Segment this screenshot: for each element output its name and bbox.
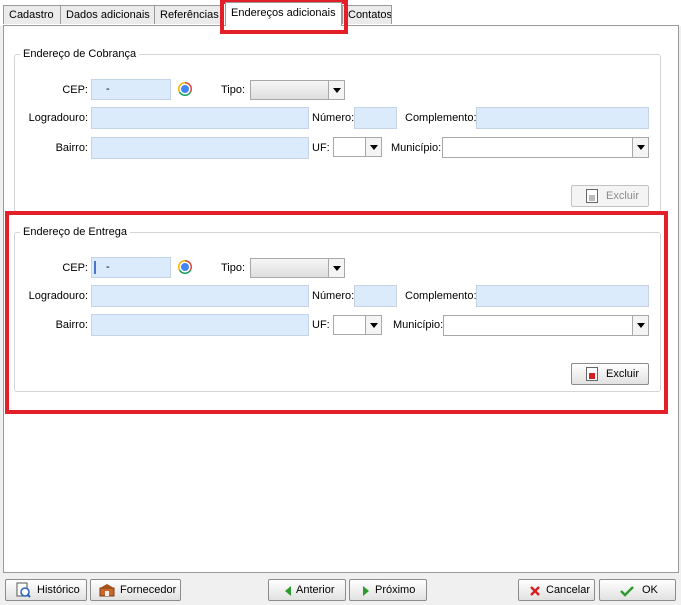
cancel-label: Cancelar <box>546 584 591 596</box>
delivery-logradouro-input[interactable] <box>91 285 309 307</box>
delivery-cep-input[interactable]: - <box>91 257 171 278</box>
delivery-address-group <box>14 232 661 392</box>
chevron-down-icon[interactable] <box>328 81 344 99</box>
tab-enderecos-adicionais[interactable]: Endereços adicionais <box>225 2 342 26</box>
billing-bairro-input[interactable] <box>91 137 309 159</box>
cancel-button[interactable]: Cancelar <box>518 579 595 601</box>
billing-logradouro-input[interactable] <box>91 107 309 129</box>
delivery-tipo-label: Tipo: <box>221 262 246 274</box>
delivery-bairro-label: Bairro: <box>55 319 88 331</box>
billing-tipo-select[interactable] <box>250 80 345 100</box>
delivery-complemento-input[interactable] <box>476 285 649 307</box>
billing-uf-label: UF: <box>312 142 330 154</box>
billing-delete-label: Excluir <box>606 190 640 202</box>
history-button[interactable]: Histórico <box>5 579 87 601</box>
delivery-tipo-select[interactable] <box>250 258 345 278</box>
ok-button[interactable]: OK <box>599 579 676 601</box>
delivery-municipio-select[interactable] <box>443 315 649 336</box>
check-icon <box>620 584 634 604</box>
billing-cep-input[interactable]: - <box>91 79 171 100</box>
delivery-numero-label: Número: <box>312 290 355 302</box>
supplier-button[interactable]: Fornecedor <box>90 579 181 601</box>
delivery-delete-button[interactable]: Excluir <box>571 363 649 385</box>
delivery-cep-value: - <box>106 261 110 273</box>
tab-referencias[interactable]: Referências <box>154 5 223 24</box>
delivery-address-title: Endereço de Entrega <box>20 226 130 238</box>
billing-address-group <box>14 54 661 212</box>
billing-complemento-label: Complemento: <box>405 112 477 124</box>
billing-municipio-select[interactable] <box>442 137 649 158</box>
trash-icon <box>586 367 598 381</box>
previous-button[interactable]: Anterior <box>268 579 346 601</box>
tab-cadastro[interactable]: Cadastro <box>3 5 61 24</box>
text-cursor <box>94 261 96 274</box>
delivery-uf-select[interactable] <box>333 315 382 335</box>
tab-contatos[interactable]: Contatos <box>342 5 392 24</box>
delivery-delete-label: Excluir <box>606 368 640 380</box>
billing-uf-select[interactable] <box>333 137 382 157</box>
billing-complemento-input[interactable] <box>476 107 649 129</box>
history-icon <box>15 582 31 605</box>
billing-delete-button[interactable]: Excluir <box>571 185 649 207</box>
chevron-down-icon[interactable] <box>365 316 381 334</box>
billing-bairro-label: Bairro: <box>55 142 88 154</box>
next-button[interactable]: Próximo <box>349 579 427 601</box>
delivery-numero-input[interactable] <box>354 285 397 307</box>
arrow-right-icon <box>361 584 371 604</box>
billing-municipio-label: Município: <box>391 142 442 154</box>
previous-label: Anterior <box>296 584 335 596</box>
trash-icon <box>586 189 598 203</box>
supplier-label: Fornecedor <box>120 584 177 596</box>
chrome-icon[interactable] <box>178 82 192 96</box>
next-label: Próximo <box>375 584 416 596</box>
chevron-down-icon[interactable] <box>328 259 344 277</box>
delivery-logradouro-label: Logradouro: <box>28 290 88 302</box>
arrow-left-icon <box>283 584 293 604</box>
chevron-down-icon[interactable] <box>632 316 648 335</box>
history-label: Histórico <box>37 584 80 596</box>
chevron-down-icon[interactable] <box>365 138 381 156</box>
billing-address-title: Endereço de Cobrança <box>20 48 140 60</box>
ok-label: OK <box>642 584 658 596</box>
chevron-down-icon[interactable] <box>632 138 648 157</box>
billing-numero-label: Número: <box>312 112 355 124</box>
billing-logradouro-label: Logradouro: <box>28 112 88 124</box>
supplier-icon <box>99 583 115 604</box>
delivery-complemento-label: Complemento: <box>405 290 477 302</box>
billing-numero-input[interactable] <box>354 107 397 129</box>
chrome-icon[interactable] <box>178 260 192 274</box>
delivery-bairro-input[interactable] <box>91 314 309 336</box>
billing-cep-label: CEP: <box>62 84 88 96</box>
cancel-x-icon <box>529 584 541 604</box>
delivery-cep-label: CEP: <box>62 262 88 274</box>
tab-dados-adicionais[interactable]: Dados adicionais <box>60 5 155 24</box>
billing-tipo-label: Tipo: <box>221 84 246 96</box>
delivery-municipio-label: Município: <box>393 319 444 331</box>
delivery-uf-label: UF: <box>312 319 330 331</box>
